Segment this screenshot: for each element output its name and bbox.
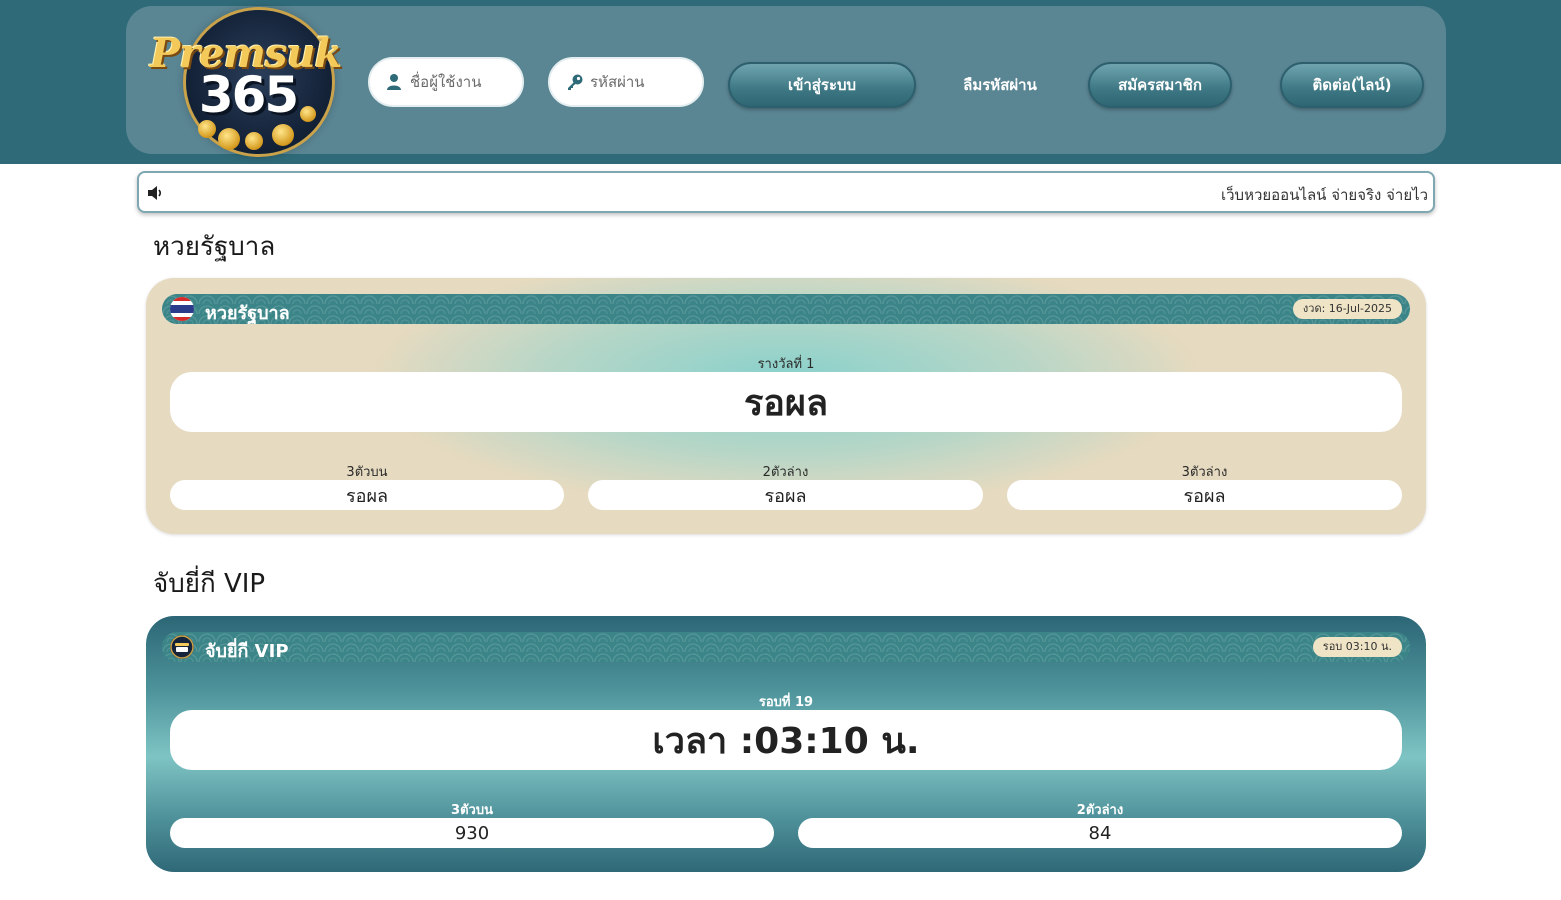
round-time-value: เวลา :03:10 น. <box>170 710 1402 770</box>
logo-number: 365 <box>198 66 299 124</box>
vip-yeekee-card[interactable]: จับยี่กี VIP รอบ 03:10 น. รอบที่ 19 เวลา… <box>146 616 1426 872</box>
coin-icon <box>218 128 240 150</box>
first-prize-value: รอผล <box>170 372 1402 432</box>
sub-result-value: รอผล <box>588 480 983 510</box>
card-header: หวยรัฐบาล งวด: 16-Jul-2025 <box>162 294 1410 324</box>
sub-result-label: 3ตัวบน <box>451 803 493 818</box>
coin-icon <box>272 124 294 146</box>
sub-result-value: 84 <box>798 818 1402 848</box>
round-label: รอบที่ 19 <box>758 695 814 710</box>
card-title: หวยรัฐบาล <box>205 303 290 324</box>
user-icon <box>386 73 404 91</box>
round-time-badge: รอบ 03:10 น. <box>1312 637 1402 657</box>
premsuk-logo-icon <box>170 635 194 659</box>
forgot-password-link[interactable]: ลืมรหัสผ่าน <box>948 62 1052 108</box>
sub-result-value: รอผล <box>1007 480 1402 510</box>
section-title-vip: จับยี่กี VIP <box>153 569 266 599</box>
sub-result-value: 930 <box>170 818 774 848</box>
card-title: จับยี่กี VIP <box>205 641 289 662</box>
first-prize-label: รางวัลที่ 1 <box>757 357 815 372</box>
register-button[interactable]: สมัครสมาชิก <box>1088 62 1232 108</box>
key-icon <box>566 73 584 91</box>
announcement-marquee: เว็บหวยออนไลน์ จ่ายจริง จ่ายไว เ <box>137 171 1435 213</box>
password-input[interactable] <box>590 67 695 97</box>
site-logo[interactable]: Premsuk 365 <box>150 8 342 154</box>
speaker-icon <box>147 184 165 202</box>
section-title-government: หวยรัฐบาล <box>153 232 276 262</box>
sub-result-label: 3ตัวล่าง <box>1181 465 1228 480</box>
government-lottery-card[interactable]: หวยรัฐบาล งวด: 16-Jul-2025 รางวัลที่ 1 ร… <box>146 278 1426 534</box>
username-input[interactable] <box>410 67 515 97</box>
sub-result-label: 3ตัวบน <box>346 465 388 480</box>
coin-icon <box>245 132 263 150</box>
top-bar: Premsuk 365 เข้าสู่ระบบ ลืมรหัสผ่าน สมัค… <box>0 0 1561 164</box>
draw-date-badge: งวด: 16-Jul-2025 <box>1292 299 1402 319</box>
sub-result-label: 2ตัวล่าง <box>1076 803 1124 818</box>
sub-result-label: 2ตัวล่าง <box>762 465 809 480</box>
username-field[interactable] <box>368 57 524 107</box>
header-panel: Premsuk 365 เข้าสู่ระบบ ลืมรหัสผ่าน สมัค… <box>126 6 1446 154</box>
card-header: จับยี่กี VIP รอบ 03:10 น. <box>162 632 1410 662</box>
marquee-text: เว็บหวยออนไลน์ จ่ายจริง จ่ายไว เ <box>1221 186 1435 204</box>
password-field[interactable] <box>548 57 704 107</box>
sub-result-value: รอผล <box>170 480 564 510</box>
login-button[interactable]: เข้าสู่ระบบ <box>728 62 916 108</box>
contact-line-button[interactable]: ติดต่อ(ไลน์) <box>1280 62 1424 108</box>
thai-flag-icon <box>170 297 194 321</box>
